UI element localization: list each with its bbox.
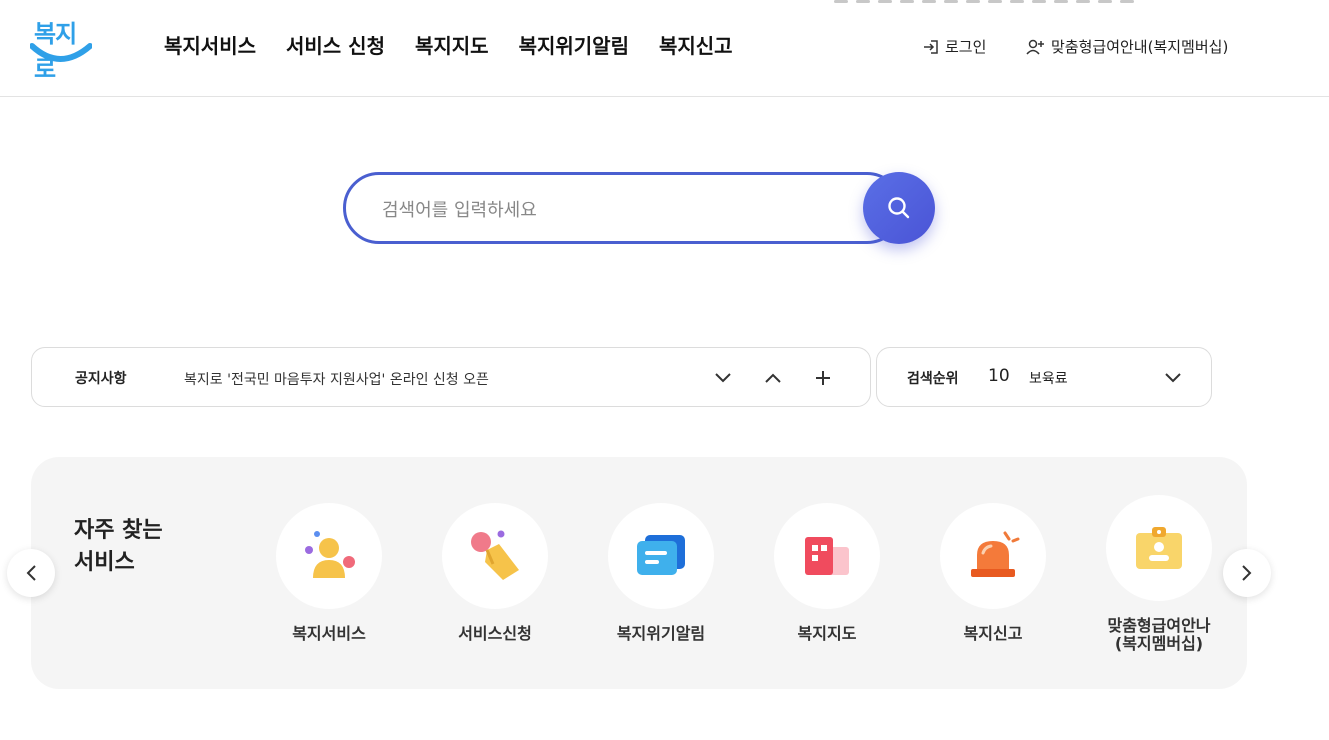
- notice-prev-button[interactable]: [759, 364, 787, 392]
- chevron-down-icon: [715, 373, 731, 383]
- notice-bar: 공지사항 복지로 '전국민 마음투자 지원사업' 온라인 신청 오픈: [31, 347, 871, 407]
- membership-link[interactable]: 맞춤형급여안내(복지멤버십): [1026, 36, 1228, 57]
- chevron-up-icon: [765, 373, 781, 383]
- main-navigation: 복지서비스 서비스 신청 복지지도 복지위기알림 복지신고: [164, 30, 763, 59]
- top-utility-strip: [834, 0, 1234, 6]
- service-icon-circle: [442, 503, 548, 609]
- service-label: 복지서비스: [292, 624, 366, 643]
- user-plus-icon: [1026, 39, 1044, 55]
- carousel-prev-button[interactable]: [7, 549, 55, 597]
- carousel-next-button[interactable]: [1223, 549, 1271, 597]
- notice-headline[interactable]: 복지로 '전국민 마음투자 지원사업' 온라인 신청 오픈: [184, 369, 489, 389]
- nav-welfare-report[interactable]: 복지신고: [659, 30, 733, 59]
- service-item-welfare[interactable]: 복지서비스: [254, 503, 404, 643]
- login-link[interactable]: 로그인: [922, 36, 986, 57]
- siren-icon: [971, 531, 1020, 577]
- rank-label: 검색순위: [907, 371, 959, 387]
- notice-more-button[interactable]: [809, 364, 837, 392]
- service-item-map[interactable]: 복지지도: [752, 503, 902, 643]
- nav-welfare-map[interactable]: 복지지도: [415, 30, 489, 59]
- search-box: [343, 172, 903, 244]
- site-header: 복지로 복지서비스 서비스 신청 복지지도 복지위기알림 복지신고 로그인 맞춤…: [0, 0, 1329, 97]
- nav-crisis-alert[interactable]: 복지위기알림: [519, 30, 629, 59]
- message-icon: [637, 535, 685, 575]
- chevron-down-icon: [1165, 373, 1181, 383]
- chevron-right-icon: [1242, 565, 1252, 581]
- rank-expand-button[interactable]: [1159, 364, 1187, 392]
- search-input[interactable]: [382, 197, 852, 223]
- map-building-icon: [805, 537, 849, 575]
- service-icon-circle: [940, 503, 1046, 609]
- service-icon-circle: [1106, 495, 1212, 601]
- login-icon: [924, 39, 938, 54]
- service-icon-circle: [276, 503, 382, 609]
- notice-label: 공지사항: [75, 371, 127, 387]
- rank-keyword[interactable]: 보육료: [1029, 368, 1068, 388]
- service-label: 맞춤형급여안나 (복지멤버십): [1107, 616, 1211, 653]
- logo[interactable]: 복지로: [28, 14, 92, 83]
- search-button[interactable]: [863, 172, 935, 244]
- rank-number: 10: [988, 366, 1010, 386]
- notice-next-button[interactable]: [709, 364, 737, 392]
- service-label: 복지지도: [797, 624, 857, 643]
- membership-label: 맞춤형급여안내(복지멤버십): [1051, 38, 1229, 56]
- chevron-left-icon: [26, 565, 36, 581]
- search-rank-bar: 검색순위 10 보육료: [876, 347, 1212, 407]
- service-item-crisis-alert[interactable]: 복지위기알림: [586, 503, 736, 643]
- logo-smile-icon: [30, 43, 92, 62]
- service-item-report[interactable]: 복지신고: [918, 503, 1068, 643]
- service-label: 서비스신청: [458, 624, 532, 643]
- person-icon: [305, 531, 355, 578]
- service-label: 복지위기알림: [616, 624, 706, 643]
- search-bar: [343, 172, 935, 244]
- hand-touch-icon: [471, 530, 519, 580]
- frequent-services: 자주 찾는 서비스 복지서비스 서비스신청 복지위기알림 복지지도 복지신고 맞…: [31, 457, 1247, 689]
- plus-icon: [816, 371, 830, 385]
- service-label: 복지신고: [963, 624, 1023, 643]
- service-item-apply[interactable]: 서비스신청: [420, 503, 570, 643]
- service-icon-circle: [774, 503, 880, 609]
- nav-welfare-service[interactable]: 복지서비스: [164, 30, 256, 59]
- frequent-services-title: 자주 찾는 서비스: [74, 518, 163, 575]
- service-icon-circle: [608, 503, 714, 609]
- nav-service-apply[interactable]: 서비스 신청: [286, 30, 385, 59]
- search-icon: [888, 197, 910, 219]
- service-item-membership[interactable]: 맞춤형급여안나 (복지멤버십): [1084, 495, 1234, 653]
- id-card-icon: [1136, 527, 1182, 569]
- login-label: 로그인: [945, 38, 987, 56]
